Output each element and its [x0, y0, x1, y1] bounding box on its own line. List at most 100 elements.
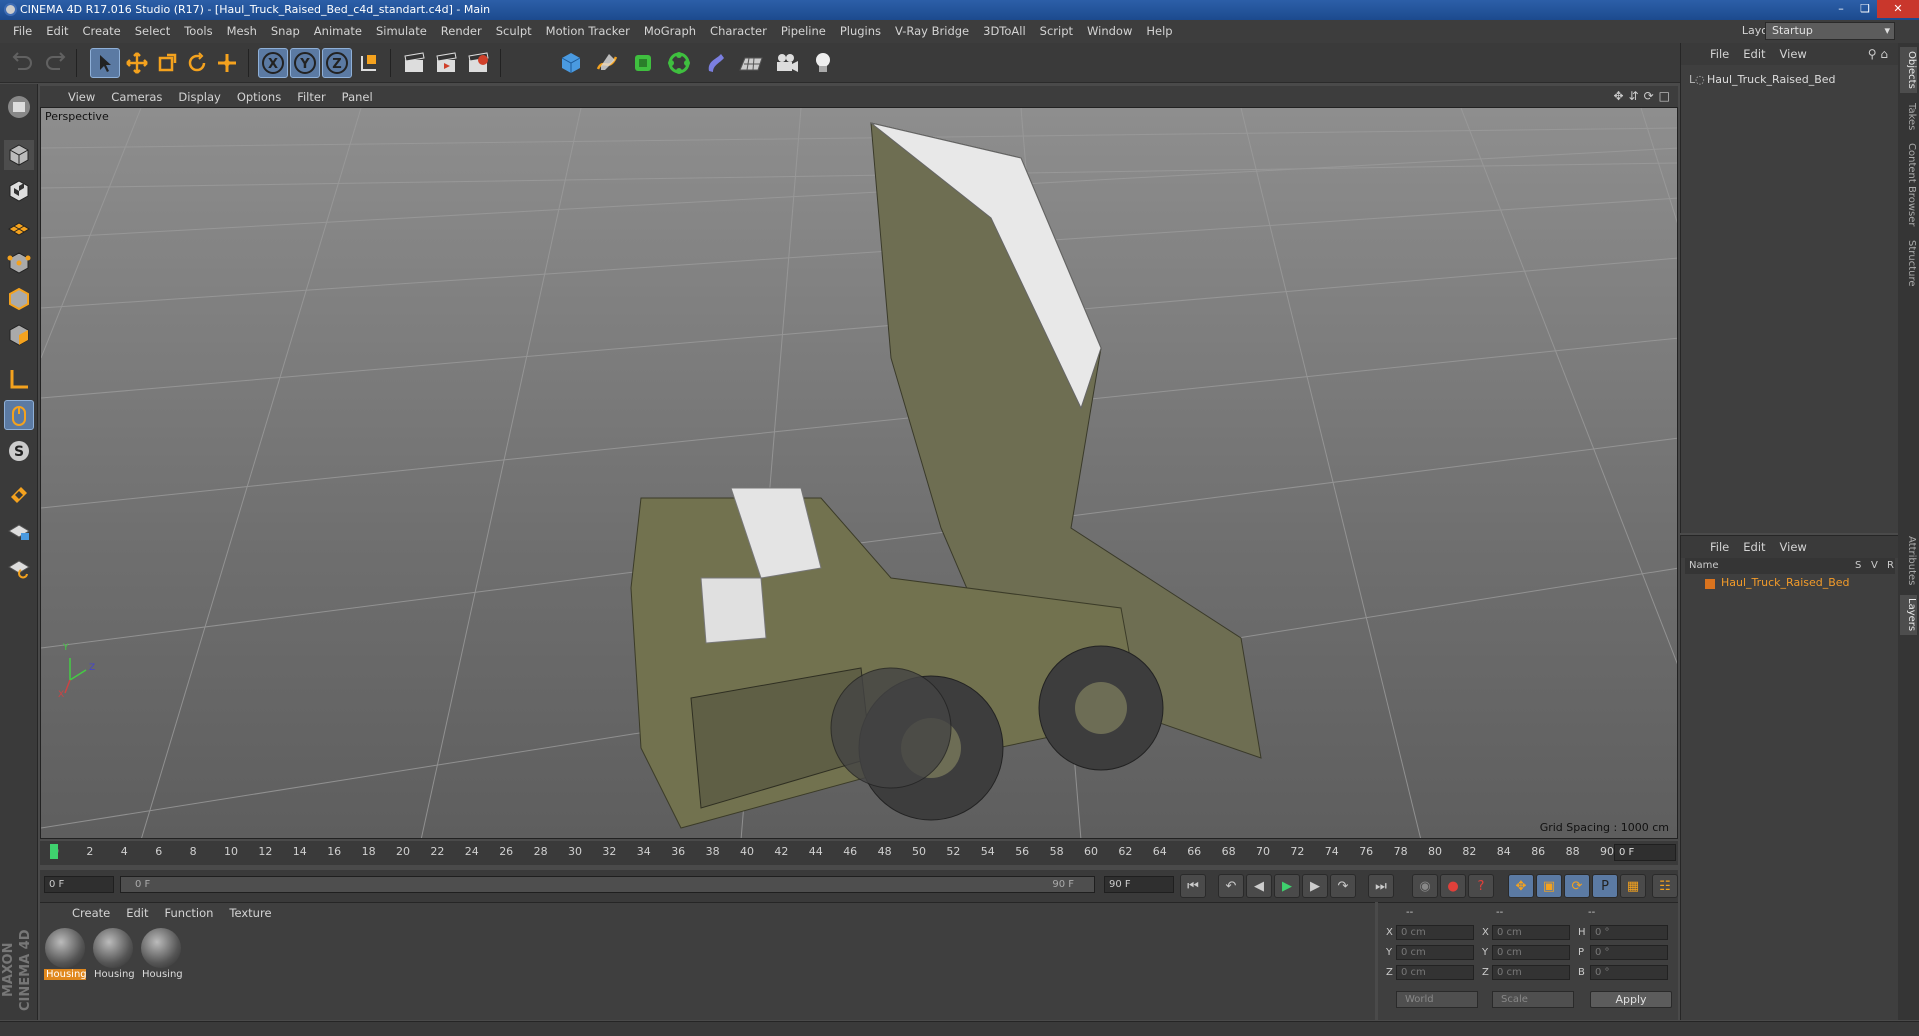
- goto-start-button[interactable]: ⏮: [1180, 874, 1206, 898]
- menu-edit[interactable]: Edit: [39, 20, 75, 43]
- menu-select[interactable]: Select: [128, 20, 177, 43]
- render-view-button[interactable]: [400, 48, 430, 78]
- size-mode-dropdown[interactable]: Scale: [1492, 991, 1574, 1008]
- menu-script[interactable]: Script: [1033, 20, 1080, 43]
- rot-p-field[interactable]: 0 °: [1590, 945, 1668, 960]
- layout-dropdown[interactable]: Startup ▾: [1765, 22, 1895, 40]
- render-settings-button[interactable]: [464, 48, 494, 78]
- keyframe-selection-button[interactable]: ?: [1468, 874, 1494, 898]
- layer-menu-edit[interactable]: Edit: [1736, 540, 1772, 554]
- deformer-button[interactable]: [700, 48, 730, 78]
- menu-render[interactable]: Render: [434, 20, 489, 43]
- object-menu-edit[interactable]: Edit: [1736, 47, 1772, 61]
- viewport-rotate-icon[interactable]: ⟳: [1644, 89, 1654, 103]
- menu-sculpt[interactable]: Sculpt: [489, 20, 539, 43]
- light-button[interactable]: [808, 48, 838, 78]
- material-menu-create[interactable]: Create: [64, 906, 118, 920]
- render-picture-viewer-button[interactable]: [432, 48, 462, 78]
- menu-help[interactable]: Help: [1139, 20, 1179, 43]
- menu-mograph[interactable]: MoGraph: [637, 20, 703, 43]
- make-editable-button[interactable]: [4, 92, 34, 122]
- layer-list-item[interactable]: Haul_Truck_Raised_Bed: [1701, 576, 1850, 592]
- viewport-menu-cameras[interactable]: Cameras: [103, 90, 170, 104]
- axis-mode-button[interactable]: [4, 364, 34, 394]
- viewport-zoom-icon[interactable]: ⇵: [1629, 89, 1639, 103]
- record-active-objects-button[interactable]: ◉: [1412, 874, 1438, 898]
- menu-character[interactable]: Character: [703, 20, 774, 43]
- move-tool-button[interactable]: [122, 48, 152, 78]
- menu-create[interactable]: Create: [76, 20, 128, 43]
- edges-mode-button[interactable]: [4, 284, 34, 314]
- cloner-button[interactable]: [664, 48, 694, 78]
- tab-structure[interactable]: Structure: [1900, 237, 1917, 289]
- menu-file[interactable]: File: [6, 20, 39, 43]
- key-rotation-button[interactable]: ⟳: [1564, 874, 1590, 898]
- coordinate-mode-dropdown[interactable]: World: [1396, 991, 1478, 1008]
- end-frame-field[interactable]: 90 F: [1104, 876, 1174, 893]
- pos-z-field[interactable]: 0 cm: [1396, 965, 1474, 980]
- timeline-playhead[interactable]: [50, 844, 58, 859]
- key-parameter-button[interactable]: P: [1592, 874, 1618, 898]
- timeline-window-button[interactable]: ☷: [1652, 874, 1678, 898]
- preview-range-slider[interactable]: 0 F 90 F: [120, 876, 1095, 893]
- menu-3dtoall[interactable]: 3DToAll: [976, 20, 1033, 43]
- next-frame-button[interactable]: ▶: [1302, 874, 1328, 898]
- material-menu-edit[interactable]: Edit: [118, 906, 156, 920]
- viewport-maximize-icon[interactable]: □: [1659, 89, 1670, 103]
- close-button[interactable]: ✕: [1877, 0, 1919, 18]
- pos-x-field[interactable]: 0 cm: [1396, 925, 1474, 940]
- viewport-menu-options[interactable]: Options: [229, 90, 289, 104]
- play-button[interactable]: ▶: [1274, 874, 1300, 898]
- key-position-button[interactable]: ✥: [1508, 874, 1534, 898]
- goto-end-button[interactable]: ⏭: [1368, 874, 1394, 898]
- next-key-button[interactable]: ↷: [1330, 874, 1356, 898]
- current-frame-field[interactable]: 0 F: [1614, 844, 1676, 861]
- coordinate-system-button[interactable]: [354, 48, 384, 78]
- menu-pipeline[interactable]: Pipeline: [774, 20, 833, 43]
- snapping-button[interactable]: S: [4, 436, 34, 466]
- transform-tool-button[interactable]: [212, 48, 242, 78]
- y-axis-lock-button[interactable]: Y: [290, 48, 320, 78]
- model-mode-button[interactable]: [4, 140, 34, 170]
- viewport-menu-view[interactable]: View: [60, 90, 103, 104]
- menu-simulate[interactable]: Simulate: [369, 20, 434, 43]
- menu-animate[interactable]: Animate: [307, 20, 369, 43]
- texture-mode-button[interactable]: [4, 176, 34, 206]
- menu-motion-tracker[interactable]: Motion Tracker: [539, 20, 637, 43]
- material-menu-texture[interactable]: Texture: [221, 906, 279, 920]
- workplane-mode-button[interactable]: [4, 212, 34, 242]
- tab-attributes[interactable]: Attributes: [1900, 533, 1917, 589]
- size-y-field[interactable]: 0 cm: [1492, 945, 1570, 960]
- previous-frame-button[interactable]: ◀: [1246, 874, 1272, 898]
- floor-button[interactable]: [736, 48, 766, 78]
- lock-workplane-button[interactable]: [4, 516, 34, 546]
- object-list-item[interactable]: L◌ Haul_Truck_Raised_Bed: [1685, 73, 1875, 89]
- x-axis-lock-button[interactable]: X: [258, 48, 288, 78]
- menu-snap[interactable]: Snap: [264, 20, 307, 43]
- minimize-button[interactable]: –: [1829, 0, 1853, 18]
- menu-window[interactable]: Window: [1080, 20, 1139, 43]
- spline-pen-button[interactable]: [592, 48, 622, 78]
- perspective-viewport[interactable]: Y Z X Perspective Grid Spacing : 1000 cm: [40, 107, 1678, 839]
- tweak-mode-button[interactable]: [4, 400, 34, 430]
- material-swatch[interactable]: Housing: [44, 927, 86, 983]
- object-menu-file[interactable]: File: [1703, 47, 1736, 61]
- select-tool-button[interactable]: [90, 48, 120, 78]
- rot-b-field[interactable]: 0 °: [1590, 965, 1668, 980]
- layer-menu-view[interactable]: View: [1773, 540, 1814, 554]
- object-search-icon[interactable]: ⚲ ⌂: [1868, 47, 1888, 61]
- polygons-mode-button[interactable]: [4, 320, 34, 350]
- key-pla-button[interactable]: ▦: [1620, 874, 1646, 898]
- undo-button[interactable]: [8, 48, 38, 78]
- size-z-field[interactable]: 0 cm: [1492, 965, 1570, 980]
- cube-object-button[interactable]: [556, 48, 586, 78]
- points-mode-button[interactable]: [4, 248, 34, 278]
- viewport-menu-filter[interactable]: Filter: [289, 90, 333, 104]
- viewport-menu-display[interactable]: Display: [170, 90, 228, 104]
- restore-button[interactable]: ❑: [1853, 0, 1877, 18]
- layer-menu-file[interactable]: File: [1703, 540, 1736, 554]
- apply-button[interactable]: Apply: [1590, 991, 1672, 1008]
- rot-h-field[interactable]: 0 °: [1590, 925, 1668, 940]
- tab-content-browser[interactable]: Content Browser: [1900, 141, 1917, 229]
- redo-button[interactable]: [40, 48, 70, 78]
